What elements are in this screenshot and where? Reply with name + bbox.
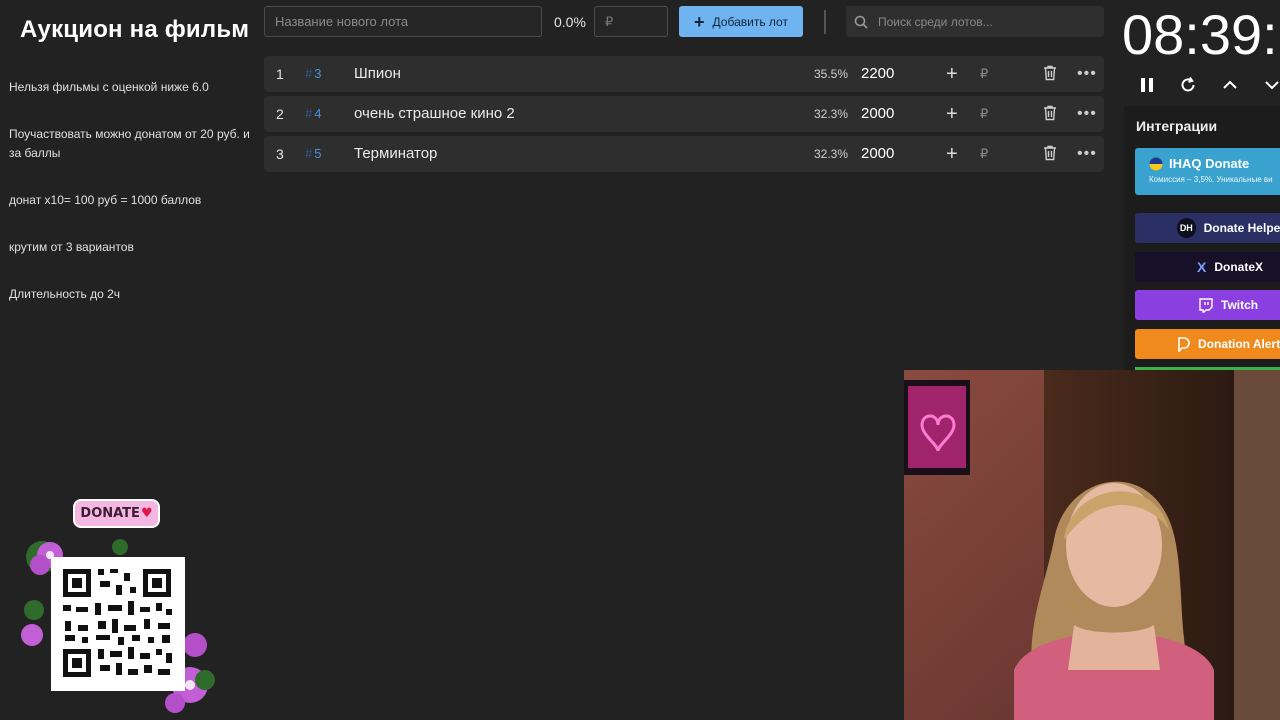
donatex-button[interactable]: X DonateX	[1135, 252, 1280, 282]
qr-code	[21, 539, 215, 713]
integration-sub: Комиссия – 3,5%. Уникальные ви	[1149, 175, 1273, 184]
rule-item: Длительность до 2ч	[9, 287, 121, 301]
integration-label: DonateX	[1214, 260, 1264, 274]
rule-item: крутим от 3 вариантов	[9, 240, 134, 254]
plus-icon[interactable]: +	[946, 136, 958, 172]
search-icon	[854, 15, 868, 29]
app-title: Аукцион на фильм	[20, 16, 250, 43]
integration-label: IHAQ Donate	[1169, 156, 1250, 171]
lot-row: 1 #3 Шпион 35.5% 2200 + ₽ •••	[264, 56, 1104, 92]
lot-id: #5	[305, 146, 322, 161]
more-icon[interactable]: •••	[1077, 96, 1097, 132]
twitch-button[interactable]: Twitch	[1135, 290, 1280, 320]
lot-id: #3	[305, 66, 322, 81]
lot-name-input[interactable]	[264, 6, 542, 37]
ihaq-logo-icon	[1149, 157, 1163, 170]
heart-icon: ♥	[140, 506, 153, 521]
lot-percent: 35.5%	[814, 67, 849, 81]
trash-icon[interactable]	[1043, 145, 1057, 166]
lot-index: 1	[276, 66, 284, 82]
more-icon[interactable]: •••	[1077, 136, 1097, 172]
donate-helper-button[interactable]: DH Donate Helper	[1135, 213, 1280, 243]
chevron-down-icon[interactable]	[1259, 72, 1280, 98]
donate-badge: DONATE ♥	[73, 499, 160, 528]
rule-item: Нельзя фильмы с оценкой ниже 6.0	[9, 80, 209, 94]
restart-icon[interactable]	[1175, 72, 1201, 98]
lot-amount[interactable]: 2200	[861, 56, 894, 92]
plus-icon: +	[694, 11, 705, 32]
lot-amount[interactable]: 2000	[861, 96, 894, 132]
new-lot-percent: 0.0%	[554, 14, 586, 30]
lot-currency[interactable]: ₽	[980, 136, 988, 172]
lot-percent: 32.3%	[814, 147, 849, 161]
lot-id: #4	[305, 106, 322, 121]
trash-icon[interactable]	[1043, 105, 1057, 126]
trash-icon[interactable]	[1043, 65, 1057, 86]
search-input[interactable]	[876, 13, 1090, 30]
donatex-logo-icon: X	[1197, 259, 1207, 275]
add-lot-label: Добавить лот	[712, 14, 788, 29]
rule-item: Поучаствовать можно донатом от 20 руб. и…	[9, 127, 250, 160]
integration-label: Twitch	[1221, 298, 1259, 312]
lot-percent: 32.3%	[814, 107, 849, 121]
lot-amount[interactable]: 2000	[861, 136, 894, 172]
lot-name[interactable]: Шпион	[354, 56, 401, 92]
ihaq-donate-button[interactable]: IHAQ Donate Комиссия – 3,5%. Уникальные …	[1135, 148, 1280, 195]
plus-icon[interactable]: +	[946, 56, 958, 92]
donate-qr-block[interactable]	[20, 535, 220, 715]
lot-currency[interactable]: ₽	[980, 56, 988, 92]
lot-index: 3	[276, 146, 284, 162]
donate-helper-logo-icon: DH	[1177, 218, 1196, 238]
donation-alerts-button[interactable]: Donation Alerts	[1135, 329, 1280, 359]
lot-name[interactable]: очень страшное кино 2	[354, 96, 515, 132]
plus-icon[interactable]: +	[946, 96, 958, 132]
rule-item: донат x10= 100 руб = 1000 баллов	[9, 193, 202, 207]
more-icon[interactable]: •••	[1077, 56, 1097, 92]
search-box[interactable]	[846, 6, 1104, 37]
lot-name[interactable]: Терминатор	[354, 136, 437, 172]
integration-label: Donate Helper	[1203, 221, 1280, 235]
lot-row: 2 #4 очень страшное кино 2 32.3% 2000 + …	[264, 96, 1104, 132]
lot-currency[interactable]: ₽	[980, 96, 988, 132]
toolbar-divider	[824, 10, 826, 34]
twitch-logo-icon	[1199, 297, 1213, 313]
lots-list: 1 #3 Шпион 35.5% 2200 + ₽ ••• 2 #4 очень…	[264, 56, 1104, 176]
lot-amount-input[interactable]	[594, 6, 668, 37]
donation-alerts-logo-icon	[1177, 336, 1190, 352]
lot-index: 2	[276, 106, 284, 122]
add-lot-button[interactable]: + Добавить лот	[679, 6, 803, 37]
timer-display: 08:39:5	[1122, 3, 1280, 66]
webcam-feed	[904, 370, 1280, 720]
chevron-up-icon[interactable]	[1217, 72, 1243, 98]
lot-row: 3 #5 Терминатор 32.3% 2000 + ₽ •••	[264, 136, 1104, 172]
pause-icon[interactable]	[1134, 72, 1160, 98]
rules-list: Нельзя фильмы с оценкой ниже 6.0 Поучаст…	[9, 78, 254, 332]
integrations-title: Интеграции	[1136, 118, 1218, 134]
integration-label: Donation Alerts	[1198, 337, 1280, 351]
